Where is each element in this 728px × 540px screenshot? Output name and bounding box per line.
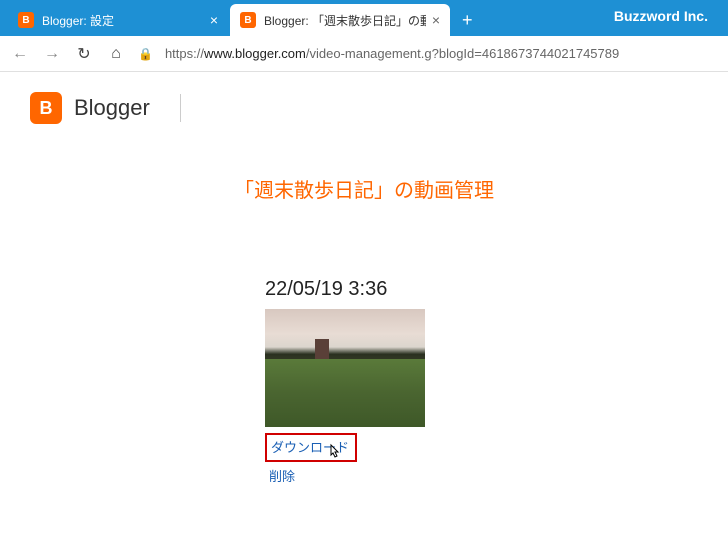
back-button[interactable]: ←: [10, 45, 30, 63]
close-icon[interactable]: ×: [432, 12, 440, 28]
url-path: /video-management.g?blogId=4618673744021…: [306, 46, 619, 61]
video-timestamp: 22/05/19 3:36: [265, 278, 435, 301]
page-title: 「週末散歩日記」の動画管理: [30, 174, 698, 203]
download-link[interactable]: ダウンロード: [271, 437, 349, 456]
url-protocol: https://: [165, 46, 204, 61]
header-row: B Blogger: [30, 92, 698, 124]
vertical-divider: [180, 94, 181, 122]
product-name: Blogger: [74, 95, 150, 121]
reload-button[interactable]: ↻: [74, 44, 94, 64]
tab-title: Blogger: 設定: [42, 12, 204, 29]
url-display[interactable]: https://www.blogger.com/video-management…: [165, 46, 718, 61]
address-bar: ← → ↻ ⌂ 🔒 https://www.blogger.com/video-…: [0, 36, 728, 72]
forward-button[interactable]: →: [42, 45, 62, 63]
page-content: B Blogger 「週末散歩日記」の動画管理 22/05/19 3:36 ダウ…: [0, 72, 728, 505]
home-button[interactable]: ⌂: [106, 45, 126, 63]
url-domain: www.blogger.com: [204, 46, 306, 61]
browser-tab-bar: B Blogger: 設定 × B Blogger: 「週末散歩日記」の動画管 …: [0, 0, 728, 36]
blogger-logo-icon[interactable]: B: [30, 92, 62, 124]
video-item: 22/05/19 3:36 ダウンロード 削除: [265, 278, 435, 485]
favicon-blogger: B: [240, 12, 256, 28]
delete-link[interactable]: 削除: [269, 466, 435, 485]
tab-title: Blogger: 「週末散歩日記」の動画管: [264, 12, 426, 29]
browser-tab-inactive[interactable]: B Blogger: 設定 ×: [8, 4, 228, 36]
video-actions: ダウンロード 削除: [265, 433, 435, 485]
window-brand: Buzzword Inc.: [614, 8, 708, 24]
favicon-blogger: B: [18, 12, 34, 28]
video-thumbnail[interactable]: [265, 309, 425, 427]
new-tab-button[interactable]: +: [452, 4, 483, 36]
highlight-box: ダウンロード: [265, 433, 357, 462]
browser-tab-active[interactable]: B Blogger: 「週末散歩日記」の動画管 ×: [230, 4, 450, 36]
close-icon[interactable]: ×: [210, 12, 218, 28]
lock-icon[interactable]: 🔒: [138, 47, 153, 61]
